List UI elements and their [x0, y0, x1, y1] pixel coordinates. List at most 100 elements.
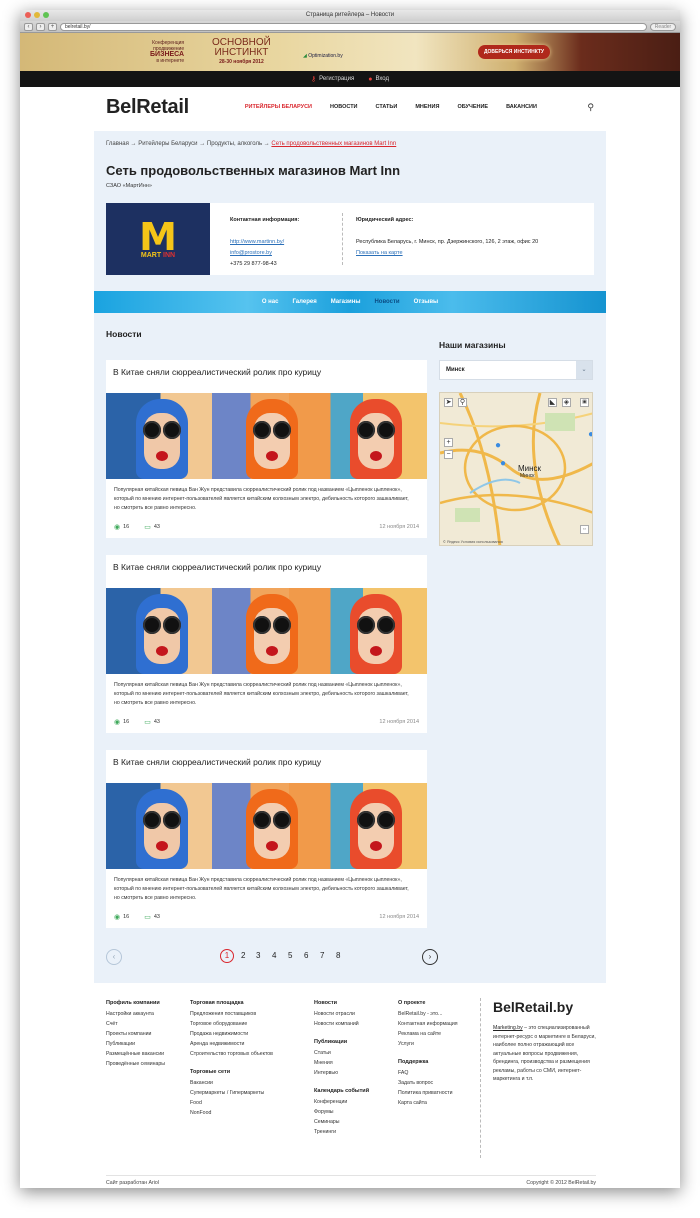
footer-link[interactable]: Счёт: [106, 1019, 165, 1029]
footer-link[interactable]: Публикации: [106, 1039, 165, 1049]
store-pin-icon[interactable]: ●: [588, 429, 592, 440]
news-image[interactable]: [106, 783, 427, 869]
footer-link[interactable]: Услуги: [398, 1039, 458, 1049]
footer-link[interactable]: Продажа недвижимости: [190, 1029, 273, 1039]
footer-link[interactable]: Food: [190, 1098, 273, 1108]
maximize-button[interactable]: [43, 12, 49, 18]
ad-banner[interactable]: Конференция продвижение БИЗНЕСА в интерн…: [20, 33, 680, 71]
nav-articles[interactable]: СТАТЬИ: [376, 104, 398, 110]
breadcrumb-category[interactable]: Продукты, алкоголь: [207, 141, 262, 147]
search-icon[interactable]: ⚲: [587, 102, 594, 113]
city-select[interactable]: Минск ⌄: [439, 360, 593, 380]
prev-page-icon[interactable]: ‹: [106, 949, 122, 965]
news-title[interactable]: В Китае сняли сюрреалистический ролик пр…: [113, 367, 423, 377]
footer-link[interactable]: Супермаркеты / Гипермаркеты: [190, 1088, 273, 1098]
footer-link[interactable]: Реклама на сайте: [398, 1029, 458, 1039]
nav-retailers[interactable]: РИТЕЙЛЕРЫ БЕЛАРУСИ: [245, 104, 312, 110]
page-6[interactable]: 6: [304, 951, 308, 960]
footer-link[interactable]: Конференции: [314, 1097, 369, 1107]
map-locate-icon[interactable]: ➤: [444, 398, 453, 407]
footer-link[interactable]: Форумы: [314, 1107, 369, 1117]
tab-about[interactable]: О нас: [262, 299, 279, 305]
news-image[interactable]: [106, 393, 427, 479]
contact-heading: Контактная информация:: [230, 217, 300, 223]
nav-education[interactable]: ОБУЧЕНИЕ: [457, 104, 488, 110]
news-card[interactable]: В Китае сняли сюрреалистический ролик пр…: [106, 360, 427, 538]
footer-link[interactable]: Размещённые вакансии: [106, 1049, 165, 1059]
login-link[interactable]: ● Вход: [368, 76, 389, 83]
reader-button[interactable]: Reader: [650, 22, 676, 31]
zoom-in-button[interactable]: +: [444, 438, 453, 447]
next-page-icon[interactable]: ›: [422, 949, 438, 965]
tab-stores[interactable]: Магазины: [331, 299, 361, 305]
footer-link[interactable]: Проведённые семинары: [106, 1059, 165, 1069]
map-search-icon[interactable]: ⚲: [458, 398, 467, 407]
footer-link[interactable]: Строительство торговых объектов: [190, 1049, 273, 1059]
footer-link[interactable]: Вакансии: [190, 1078, 273, 1088]
footer-link[interactable]: Проекты компании: [106, 1029, 165, 1039]
footer-link[interactable]: Новости компаний: [314, 1019, 369, 1029]
footer-link[interactable]: Статьи: [314, 1048, 369, 1058]
footer-logo[interactable]: BelRetail.by: [493, 999, 573, 1015]
banner-cta-button[interactable]: ДОВЕРЬСЯ ИНСТИНКТУ: [478, 45, 550, 59]
page-5[interactable]: 5: [288, 951, 292, 960]
footer-link[interactable]: Контактная информация: [398, 1019, 458, 1029]
footer-link[interactable]: Семинары: [314, 1117, 369, 1127]
minimize-button[interactable]: [34, 12, 40, 18]
page-7[interactable]: 7: [320, 951, 324, 960]
page-3[interactable]: 3: [256, 951, 260, 960]
footer-link[interactable]: Тренинги: [314, 1127, 369, 1137]
developer-credit[interactable]: Сайт разработан Ariol: [106, 1180, 159, 1186]
address-bar[interactable]: belretail.by/: [60, 22, 647, 31]
footer-link[interactable]: Аренда недвижимости: [190, 1039, 273, 1049]
email-link[interactable]: info@prostore.by: [230, 250, 272, 256]
back-icon[interactable]: ‹: [24, 22, 33, 31]
forward-icon[interactable]: ›: [36, 22, 45, 31]
page-4[interactable]: 4: [272, 951, 276, 960]
add-tab-icon[interactable]: +: [48, 22, 57, 31]
breadcrumb-current[interactable]: Сеть продовольственных магазинов Mart In…: [271, 141, 396, 147]
close-button[interactable]: [25, 12, 31, 18]
nav-news[interactable]: НОВОСТИ: [330, 104, 358, 110]
tab-reviews[interactable]: Отзывы: [414, 299, 439, 305]
nav-vacancies[interactable]: ВАКАНСИИ: [506, 104, 537, 110]
page-8[interactable]: 8: [336, 951, 340, 960]
tab-gallery[interactable]: Галерея: [292, 299, 316, 305]
breadcrumb-retailers[interactable]: Ритейлеры Беларуси: [138, 141, 197, 147]
footer-link[interactable]: Политика приватности: [398, 1088, 458, 1098]
show-on-map-link[interactable]: Показать на карте: [356, 250, 403, 256]
zoom-out-button[interactable]: −: [444, 450, 453, 459]
page-1[interactable]: 1: [220, 949, 234, 963]
footer-link[interactable]: Задать вопрос: [398, 1078, 458, 1088]
map-fullscreen-icon[interactable]: ▣: [580, 398, 589, 407]
map-layers-icon[interactable]: ◈: [562, 398, 571, 407]
news-title[interactable]: В Китае сняли сюрреалистический ролик пр…: [113, 562, 423, 572]
tab-news[interactable]: Новости: [374, 299, 399, 305]
news-card[interactable]: В Китае сняли сюрреалистический ролик пр…: [106, 750, 427, 928]
footer-link[interactable]: Новости отрасли: [314, 1009, 369, 1019]
footer-link[interactable]: BelRetail.by - это...: [398, 1009, 458, 1019]
footer-link[interactable]: FAQ: [398, 1068, 458, 1078]
footer-desc-brand[interactable]: Marketing.by: [493, 1025, 523, 1031]
footer-link[interactable]: Карта сайта: [398, 1098, 458, 1108]
news-image[interactable]: [106, 588, 427, 674]
site-logo[interactable]: BelRetail: [106, 96, 189, 119]
nav-opinions[interactable]: МНЕНИЯ: [415, 104, 439, 110]
footer-link[interactable]: Мнения: [314, 1058, 369, 1068]
map-expand-icon[interactable]: ⇔: [580, 525, 589, 534]
store-pin-icon[interactable]: ●: [495, 440, 501, 451]
news-title[interactable]: В Китае сняли сюрреалистический ролик пр…: [113, 757, 423, 767]
map-ruler-icon[interactable]: ◣: [548, 398, 557, 407]
store-pin-icon[interactable]: ●: [500, 458, 506, 469]
footer-link[interactable]: Настройки аккаунта: [106, 1009, 165, 1019]
breadcrumb-home[interactable]: Главная: [106, 141, 129, 147]
register-link[interactable]: ⚷ Регистрация: [311, 75, 354, 83]
footer-link[interactable]: NonFood: [190, 1108, 273, 1118]
footer-link[interactable]: Интервью: [314, 1068, 369, 1078]
footer-link[interactable]: Торговое оборудование: [190, 1019, 273, 1029]
website-link[interactable]: http://www.martinn.by/: [230, 239, 284, 245]
page-2[interactable]: 2: [241, 951, 245, 960]
stores-map[interactable]: Минск Минск © Яндекс Условия использован…: [439, 392, 593, 546]
footer-link[interactable]: Предложения поставщиков: [190, 1009, 273, 1019]
news-card[interactable]: В Китае сняли сюрреалистический ролик пр…: [106, 555, 427, 733]
